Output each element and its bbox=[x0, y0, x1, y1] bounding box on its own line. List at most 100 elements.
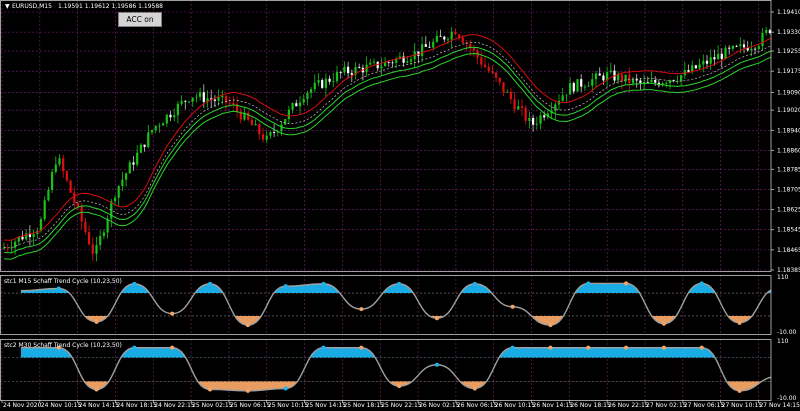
x-tick-label: 27 Nov 14:15 bbox=[759, 402, 800, 409]
x-tick-label: 24 Nov 22:15 bbox=[154, 402, 195, 409]
stc2-point bbox=[624, 345, 629, 350]
candle-body bbox=[121, 179, 124, 187]
candle-body bbox=[628, 74, 631, 83]
candle-body bbox=[739, 44, 742, 47]
candle-body bbox=[446, 39, 450, 41]
candle-body bbox=[269, 132, 272, 136]
candle-body bbox=[609, 70, 612, 73]
x-tick-label: 25 Nov 22:15 bbox=[381, 402, 422, 409]
candle-body bbox=[598, 73, 601, 76]
stc2-point bbox=[661, 345, 666, 350]
candle-body bbox=[691, 65, 694, 72]
candle-body bbox=[298, 102, 302, 107]
candle-body bbox=[65, 171, 68, 181]
stc2-point bbox=[132, 345, 137, 350]
candle-body bbox=[32, 233, 35, 237]
candle-body bbox=[136, 152, 139, 165]
x-axis: 24 Nov 2020 24 Nov 10:1524 Nov 14:1524 No… bbox=[1, 400, 800, 409]
candle-body bbox=[113, 197, 117, 202]
candle-body bbox=[247, 112, 250, 120]
candle-body bbox=[583, 86, 586, 88]
candle-body bbox=[439, 35, 442, 37]
candle-body bbox=[261, 134, 265, 140]
candle-body bbox=[47, 189, 50, 201]
candle-body bbox=[51, 172, 54, 190]
stc2-y-label: 110 bbox=[777, 338, 789, 345]
candle-body bbox=[624, 74, 627, 82]
candle-body bbox=[147, 132, 150, 147]
stc1-point bbox=[737, 320, 742, 325]
y-tick-label: 1.19020 bbox=[777, 107, 800, 114]
candle-body bbox=[572, 83, 575, 92]
candle-body bbox=[443, 36, 446, 40]
y-tick-label: 1.18545 bbox=[777, 227, 800, 234]
candle-body bbox=[358, 67, 361, 68]
stc1-point bbox=[397, 281, 402, 286]
candle-body bbox=[709, 57, 712, 64]
candle-body bbox=[302, 99, 305, 103]
candle-body bbox=[199, 92, 202, 97]
candle-body bbox=[665, 83, 668, 84]
candle-body bbox=[594, 73, 598, 80]
triangle-down-icon: ▼ bbox=[5, 3, 10, 10]
candle-body bbox=[650, 80, 653, 83]
candle-body bbox=[221, 95, 224, 98]
candle-body bbox=[128, 162, 131, 174]
acc-toggle-button[interactable]: ACC on bbox=[118, 12, 162, 27]
candle-body bbox=[450, 31, 453, 40]
candle-body bbox=[306, 92, 309, 100]
x-tick-label: 25 Nov 10:15 bbox=[268, 402, 309, 409]
stc1-point bbox=[548, 323, 553, 328]
candle-body bbox=[387, 61, 390, 63]
symbol-label: EURUSD,M15 bbox=[12, 3, 52, 10]
stc1-point bbox=[94, 319, 99, 324]
candle-body bbox=[517, 106, 520, 110]
candle-body bbox=[150, 130, 154, 133]
stc2-point bbox=[737, 388, 742, 393]
stc2-point bbox=[359, 345, 364, 350]
stc2-title: stc2 M30 Schaff Trend Cycle (10,23,50) bbox=[4, 342, 122, 349]
stc1-point bbox=[624, 281, 629, 286]
candle-body bbox=[287, 109, 290, 119]
x-tick-label: 26 Nov 22:15 bbox=[608, 402, 649, 409]
candle-body bbox=[495, 72, 498, 78]
candle-body bbox=[724, 47, 727, 59]
candle-body bbox=[757, 46, 760, 49]
chart-canvas: 1.19410 1.19330 1.19255 1.19175 1.19090 1.190… bbox=[0, 0, 800, 411]
candle-body bbox=[480, 57, 483, 65]
candle-body bbox=[265, 135, 268, 140]
y-tick-label: 1.18785 bbox=[777, 166, 800, 173]
x-tick-label: 27 Nov 06:15 bbox=[684, 402, 725, 409]
candle-body bbox=[432, 41, 435, 48]
y-tick-label: 1.18465 bbox=[777, 247, 800, 254]
stc2-point bbox=[283, 386, 288, 391]
candle-body bbox=[421, 44, 424, 56]
candle-body bbox=[310, 89, 313, 93]
candle-body bbox=[742, 44, 746, 48]
y-tick-label: 1.19255 bbox=[777, 48, 800, 55]
candle-body bbox=[91, 244, 94, 254]
candle-body bbox=[10, 247, 13, 249]
candle-body bbox=[391, 62, 394, 64]
candle-body bbox=[84, 221, 87, 233]
stc2-point bbox=[321, 345, 326, 350]
candle-body bbox=[125, 173, 128, 180]
stc2-point bbox=[170, 345, 175, 350]
candle-body bbox=[617, 74, 620, 81]
x-tick-label: 26 Nov 06:15 bbox=[457, 402, 498, 409]
candle-body bbox=[132, 162, 135, 165]
candle-body bbox=[694, 65, 697, 69]
candle-body bbox=[95, 245, 98, 254]
candle-body bbox=[502, 82, 505, 93]
candle-body bbox=[428, 46, 431, 48]
candle-body bbox=[169, 114, 172, 118]
stc1-point bbox=[472, 281, 477, 286]
candle-body bbox=[187, 101, 191, 103]
y-tick-label: 1.19090 bbox=[777, 90, 800, 97]
stc1-point bbox=[56, 286, 61, 291]
candle-body bbox=[280, 124, 283, 132]
stc2-point bbox=[397, 384, 402, 389]
candle-body bbox=[54, 164, 57, 173]
candle-body bbox=[80, 206, 83, 222]
y-tick-label: 1.19410 bbox=[777, 9, 800, 16]
